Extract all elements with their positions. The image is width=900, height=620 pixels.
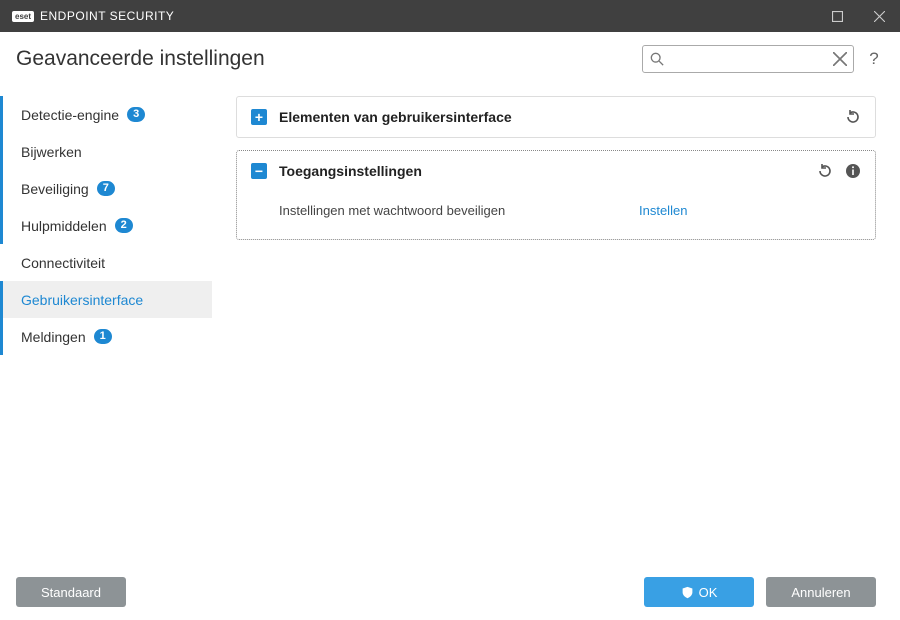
brand-name: ENDPOINT SECURITY	[40, 9, 174, 23]
sidebar-item-label: Beveiliging	[21, 181, 89, 197]
help-button[interactable]: ?	[862, 49, 886, 69]
sidebar-item-notifications[interactable]: Meldingen 1	[0, 318, 212, 355]
shield-icon	[681, 586, 694, 599]
default-button[interactable]: Standaard	[16, 577, 126, 607]
sidebar-item-connectivity[interactable]: Connectiviteit	[0, 244, 212, 281]
window-close-button[interactable]	[858, 0, 900, 32]
info-icon[interactable]	[845, 163, 861, 179]
panel-ui-elements: Elementen van gebruikersinterface	[236, 96, 876, 138]
setting-label: Instellingen met wachtwoord beveiligen	[279, 203, 639, 218]
header: Geavanceerde instellingen ?	[0, 32, 900, 78]
sidebar-item-label: Meldingen	[21, 329, 86, 345]
search-box[interactable]	[642, 45, 854, 73]
brand-badge: eset	[12, 11, 34, 22]
sidebar-item-label: Gebruikersinterface	[21, 292, 143, 308]
button-label: Standaard	[41, 585, 101, 600]
panel-title: Elementen van gebruikersinterface	[279, 109, 833, 125]
sidebar-item-badge: 7	[97, 181, 115, 196]
panel-body-access-settings: Instellingen met wachtwoord beveiligen I…	[237, 191, 875, 239]
revert-icon[interactable]	[817, 163, 833, 179]
sidebar-item-label: Connectiviteit	[21, 255, 105, 271]
sidebar-item-badge: 3	[127, 107, 145, 122]
search-icon	[650, 52, 664, 66]
search-input[interactable]	[671, 52, 827, 67]
panel-title: Toegangsinstellingen	[279, 163, 805, 179]
sidebar-item-user-interface[interactable]: Gebruikersinterface	[0, 281, 212, 318]
revert-icon[interactable]	[845, 109, 861, 125]
panel-access-settings: Toegangsinstellingen Instellingen met wa…	[236, 150, 876, 240]
sidebar-item-badge: 1	[94, 329, 112, 344]
clear-icon[interactable]	[833, 52, 847, 66]
collapse-icon	[251, 163, 267, 179]
sidebar-item-label: Hulpmiddelen	[21, 218, 107, 234]
ok-button[interactable]: OK	[644, 577, 754, 607]
sidebar-item-detection-engine[interactable]: Detectie-engine 3	[0, 96, 212, 133]
panel-header-ui-elements[interactable]: Elementen van gebruikersinterface	[237, 97, 875, 137]
sidebar-item-security[interactable]: Beveiliging 7	[0, 170, 212, 207]
button-label: OK	[699, 585, 718, 600]
sidebar-item-label: Bijwerken	[21, 144, 82, 160]
body: Detectie-engine 3 Bijwerken Beveiliging …	[0, 78, 900, 564]
page-title: Geavanceerde instellingen	[16, 47, 265, 71]
close-icon	[874, 11, 885, 22]
app-logo: eset ENDPOINT SECURITY	[12, 9, 174, 23]
window-maximize-button[interactable]	[816, 0, 858, 32]
sidebar-item-badge: 2	[115, 218, 133, 233]
setting-row-password-protect: Instellingen met wachtwoord beveiligen I…	[237, 195, 875, 225]
button-label: Annuleren	[791, 585, 850, 600]
main-content: Elementen van gebruikersinterface Toegan…	[212, 78, 900, 564]
sidebar-item-label: Detectie-engine	[21, 107, 119, 123]
sidebar: Detectie-engine 3 Bijwerken Beveiliging …	[0, 78, 212, 564]
footer: Standaard OK Annuleren	[0, 564, 900, 620]
maximize-icon	[832, 11, 843, 22]
sidebar-item-update[interactable]: Bijwerken	[0, 133, 212, 170]
expand-icon	[251, 109, 267, 125]
panel-header-access-settings[interactable]: Toegangsinstellingen	[237, 151, 875, 191]
cancel-button[interactable]: Annuleren	[766, 577, 876, 607]
titlebar: eset ENDPOINT SECURITY	[0, 0, 900, 32]
setting-action-link[interactable]: Instellen	[639, 203, 859, 218]
sidebar-item-tools[interactable]: Hulpmiddelen 2	[0, 207, 212, 244]
